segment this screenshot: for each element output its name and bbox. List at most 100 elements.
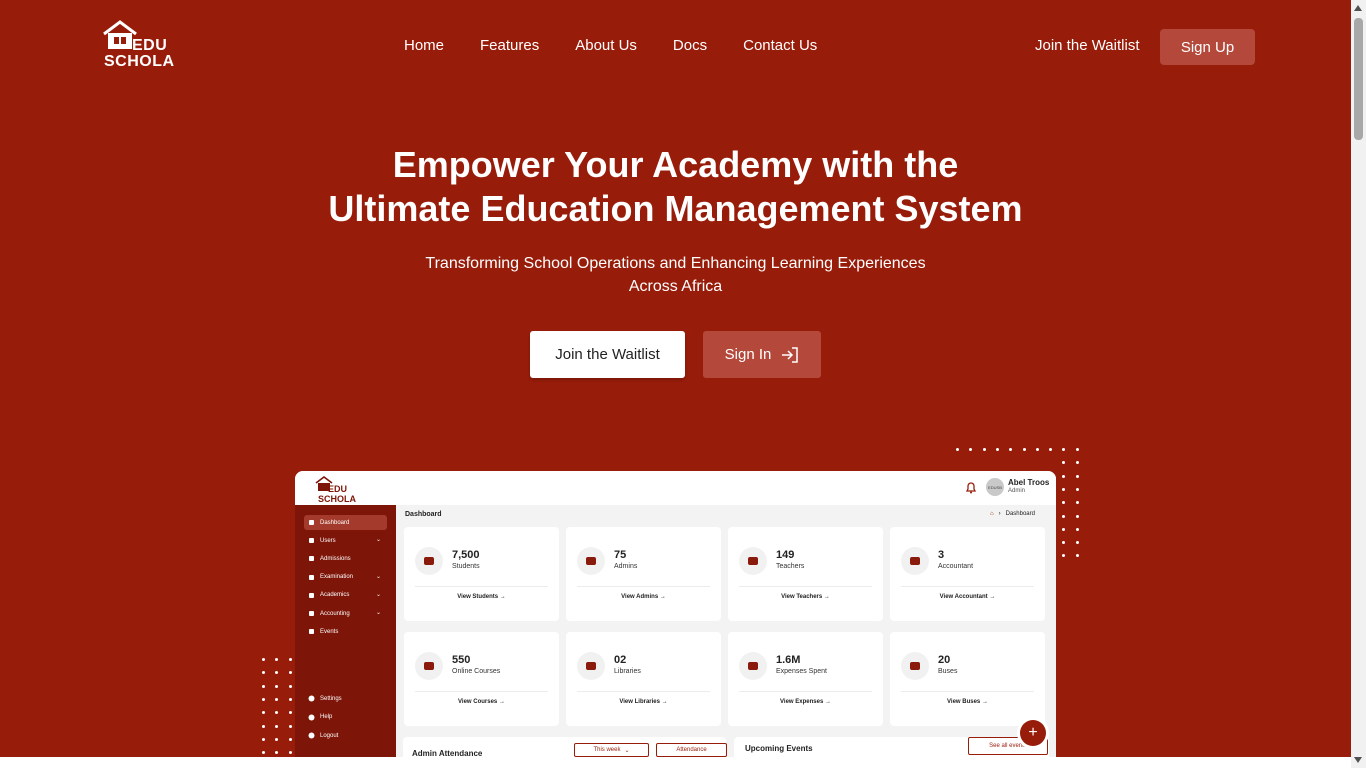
nav-docs[interactable]: Docs [673, 37, 707, 54]
sidebar-item-label: Help [320, 714, 333, 720]
stat-view-label: View Admins [621, 594, 659, 600]
decorative-dot [956, 448, 959, 451]
sidebar-item-label: Examination [320, 574, 354, 581]
decorative-dot [1075, 554, 1079, 558]
stat-card-expenses-spent: 1.6M Expenses Spent View Expenses → [728, 632, 883, 726]
users-icon [308, 537, 315, 544]
divider [415, 586, 548, 587]
stat-view-link[interactable]: View Expenses → [728, 699, 883, 705]
sidebar-item-admissions[interactable]: Admissions [304, 551, 387, 566]
chevron-down-icon: ⌄ [624, 747, 630, 754]
stat-view-link[interactable]: View Teachers → [728, 594, 883, 600]
decorative-dot [275, 658, 279, 661]
divider [415, 691, 548, 692]
notification-bell-icon[interactable] [965, 481, 977, 494]
sign-in-icon [782, 346, 799, 363]
divider [739, 586, 872, 587]
divider [901, 691, 1034, 692]
decorative-dot [262, 711, 265, 715]
stat-card-buses: 20 Buses View Buses → [890, 632, 1045, 726]
stat-view-link[interactable]: View Students → [404, 594, 559, 600]
stat-label: Buses [938, 668, 958, 675]
home-icon[interactable]: ⌂ [990, 511, 994, 517]
hero-title-line1: Empower Your Academy with the [392, 144, 959, 185]
decorative-dot [288, 684, 292, 688]
decorative-dot [288, 697, 292, 701]
decorative-dot [1062, 541, 1066, 545]
brand-logo[interactable]: EDU SCHOLA [100, 18, 180, 72]
decorative-dot [1062, 448, 1066, 451]
nav-contact-us[interactable]: Contact Us [743, 37, 817, 54]
sidebar-item-logout[interactable]: Logout [304, 728, 387, 743]
sidebar-item-academics[interactable]: Academics ⌄ [304, 588, 387, 603]
decorative-dot [262, 697, 265, 701]
decorative-dot [1075, 514, 1079, 518]
sidebar-item-users[interactable]: Users ⌄ [304, 533, 387, 548]
examination-icon [308, 574, 315, 581]
hero-subtitle-line1: Transforming School Operations and Enhan… [425, 255, 926, 272]
arrow-right-icon: → [989, 594, 996, 600]
decorative-dot [275, 737, 279, 741]
avatar[interactable]: EDUSB [986, 478, 1004, 496]
stat-view-link[interactable]: View Accountant → [890, 594, 1045, 600]
admissions-icon [308, 555, 315, 562]
scroll-up-arrow-icon[interactable] [1354, 5, 1362, 11]
nav-sign-up-button[interactable]: Sign Up [1160, 29, 1255, 65]
arrow-right-icon: → [661, 699, 668, 705]
dot-pattern-left [262, 658, 296, 757]
decorative-dot [262, 737, 265, 741]
stat-view-label: View Buses [947, 699, 981, 705]
sidebar-item-settings[interactable]: Settings [304, 691, 387, 706]
decorative-dot [262, 684, 265, 688]
decorative-dot [1075, 474, 1079, 478]
sidebar-item-dashboard[interactable]: Dashboard [304, 515, 387, 530]
join-waitlist-button[interactable]: Join the Waitlist [530, 331, 685, 378]
sidebar-item-accounting[interactable]: Accounting ⌄ [304, 606, 387, 621]
nav-features[interactable]: Features [480, 37, 539, 54]
nav-about-us[interactable]: About Us [575, 37, 637, 54]
stat-value: 3 [938, 549, 945, 561]
stat-value: 1.6M [776, 654, 801, 666]
sign-in-label: Sign In [724, 346, 772, 363]
attendance-button[interactable]: Attendance [656, 743, 727, 757]
sidebar-item-label: Dashboard [320, 519, 350, 526]
admin-attendance-panel: Admin Attendance This week ⌄ Attendance [403, 737, 727, 757]
decorative-dot [1035, 448, 1039, 451]
dashboard-brand-line2: SCHOLA [318, 494, 356, 504]
scrollbar-thumb[interactable] [1354, 18, 1363, 140]
add-fab-button[interactable]: + [1020, 720, 1046, 746]
arrow-right-icon: → [659, 594, 666, 600]
sidebar-item-help[interactable]: Help [304, 710, 387, 725]
divider [577, 586, 710, 587]
hero-title-line2: Ultimate Education Management System [328, 188, 1023, 229]
stat-view-link[interactable]: View Admins → [566, 594, 721, 600]
this-week-select[interactable]: This week ⌄ [574, 743, 649, 757]
sidebar-item-examination[interactable]: Examination ⌄ [304, 570, 387, 585]
stat-view-link[interactable]: View Libraries → [566, 699, 721, 705]
sidebar-item-label: Academics [320, 592, 350, 599]
hero-subtitle: Transforming School Operations and Enhan… [0, 252, 1351, 298]
decorative-dot [1062, 514, 1066, 518]
stat-view-label: View Accountant [939, 594, 988, 600]
nav-home[interactable]: Home [404, 37, 444, 54]
upcoming-events-title: Upcoming Events [745, 744, 813, 753]
sidebar-item-events[interactable]: Events [304, 624, 387, 639]
sidebar-item-label: Events [320, 628, 339, 635]
scroll-down-arrow-icon[interactable] [1354, 757, 1362, 763]
stat-view-link[interactable]: View Courses → [404, 699, 559, 705]
nav-join-waitlist-link[interactable]: Join the Waitlist [1035, 37, 1139, 54]
stat-label: Admins [614, 563, 638, 570]
sidebar-item-label: Logout [320, 732, 339, 739]
decorative-dot [1075, 448, 1079, 451]
sign-in-button[interactable]: Sign In [703, 331, 821, 378]
decorative-dot [1009, 448, 1013, 451]
decorative-dot [288, 737, 292, 741]
chevron-down-icon: ⌄ [375, 591, 381, 598]
landing-page: EDU SCHOLA Home Features About Us Docs C… [0, 0, 1351, 757]
decorative-dot [1062, 487, 1066, 491]
decorative-dot [1022, 448, 1026, 451]
stat-view-link[interactable]: View Buses → [890, 699, 1045, 705]
decorative-dot [1075, 541, 1079, 545]
arrow-right-icon: → [824, 699, 831, 705]
page-scrollbar[interactable] [1351, 0, 1366, 768]
